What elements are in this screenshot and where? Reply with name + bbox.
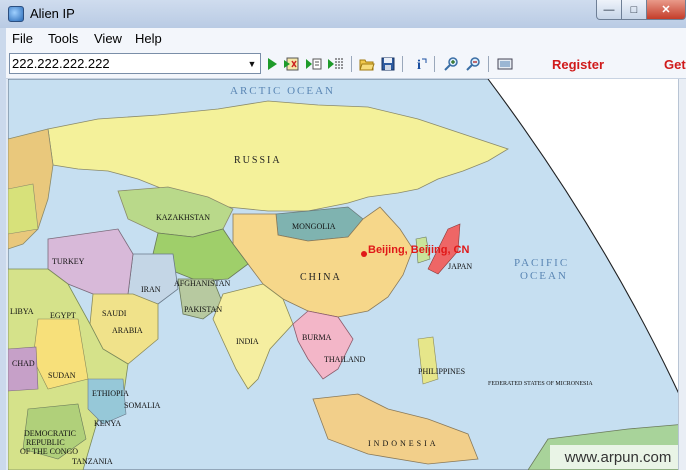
congo-label-line1: DEMOCRATIC: [24, 429, 77, 438]
menu-tools[interactable]: Tools: [48, 31, 78, 46]
zoom-in-icon[interactable]: [441, 54, 461, 74]
menu-bar: File Tools View Help: [6, 28, 686, 50]
map-view-icon[interactable]: [495, 54, 515, 74]
arctic-ocean-label: ARCTIC OCEAN: [230, 85, 335, 97]
toolbar-separator: [488, 56, 489, 72]
save-icon[interactable]: [378, 54, 398, 74]
folder-open-icon[interactable]: [357, 54, 377, 74]
menu-view[interactable]: View: [94, 31, 122, 46]
philippines-label: PHILIPPINES: [418, 367, 466, 376]
register-link[interactable]: Register: [552, 57, 604, 72]
toolbar-separator: [402, 56, 403, 72]
ip-address-input[interactable]: [12, 55, 240, 72]
window-frame-left: [0, 28, 6, 470]
mongolia-label: MONGOLIA: [292, 222, 336, 231]
toolbar-separator: [434, 56, 435, 72]
congo-label-line3: OF THE CONGO: [20, 447, 79, 456]
location-marker[interactable]: [361, 251, 367, 257]
menu-file[interactable]: File: [12, 31, 33, 46]
chad-label: CHAD: [12, 359, 35, 368]
kazakhstan-label: KAZAKHSTAN: [156, 213, 211, 222]
play-icon[interactable]: [262, 54, 282, 74]
japan-label: JAPAN: [448, 262, 473, 271]
zoom-out-icon[interactable]: [463, 54, 483, 74]
location-label: Beijing, Beijing, CN: [368, 244, 470, 256]
saudi-label: SAUDI: [102, 309, 127, 318]
somalia-label: SOMALIA: [124, 401, 161, 410]
indonesia-label: INDONESIA: [368, 439, 439, 448]
menu-help[interactable]: Help: [135, 31, 162, 46]
eastern-europe-shape: [8, 183, 39, 235]
chad-shape: [8, 346, 39, 392]
app-icon: [8, 6, 24, 22]
micronesia-label: FEDERATED STATES OF MICRONESIA: [488, 381, 593, 387]
minimize-button[interactable]: —: [596, 0, 622, 20]
maximize-button[interactable]: □: [621, 0, 647, 20]
tanzania-label: TANZANIA: [72, 457, 113, 466]
info-icon[interactable]: i: [410, 54, 430, 74]
ip-address-combobox[interactable]: ▼: [9, 53, 261, 74]
india-label: INDIA: [236, 337, 259, 346]
title-bar: Alien IP — □ ✕: [0, 0, 686, 28]
world-map[interactable]: ARCTIC OCEAN PACIFIC OCEAN RUSSIA CHINA …: [8, 79, 686, 470]
kenya-label: KENYA: [94, 419, 122, 428]
svg-text:i: i: [417, 58, 421, 72]
libya-label: LIBYA: [10, 307, 34, 316]
trace-all-icon[interactable]: [326, 54, 346, 74]
pacific-ocean-label-line1: PACIFIC: [514, 257, 570, 269]
burma-label: BURMA: [302, 333, 332, 342]
trace-route-icon[interactable]: [282, 54, 302, 74]
turkey-label: TURKEY: [52, 257, 85, 266]
pakistan-label: PAKISTAN: [184, 305, 223, 314]
china-label: CHINA: [300, 272, 342, 283]
thailand-label: THAILAND: [324, 355, 366, 364]
close-button[interactable]: ✕: [646, 0, 686, 20]
map-scrollbar[interactable]: [678, 79, 686, 470]
toolbar: ▼ i Register Get: [6, 50, 686, 79]
arabia-label: ARABIA: [112, 326, 143, 335]
window-title: Alien IP: [30, 6, 75, 21]
ethiopia-label: ETHIOPIA: [92, 389, 129, 398]
chevron-down-icon[interactable]: ▼: [244, 54, 260, 73]
egypt-label: EGYPT: [50, 311, 76, 320]
russia-label: RUSSIA: [234, 155, 282, 166]
pacific-ocean-label-line2: OCEAN: [520, 270, 568, 282]
map-drawing: [8, 79, 686, 470]
watermark: www.arpun.com: [550, 445, 686, 469]
sudan-label: SUDAN: [48, 371, 76, 380]
get-link[interactable]: Get: [664, 57, 686, 72]
congo-label-line2: REPUBLIC: [26, 438, 65, 447]
iran-label: IRAN: [141, 285, 161, 294]
toolbar-separator: [351, 56, 352, 72]
trace-list-icon[interactable]: [304, 54, 324, 74]
afghanistan-label: AFGHANISTAN: [174, 279, 231, 288]
